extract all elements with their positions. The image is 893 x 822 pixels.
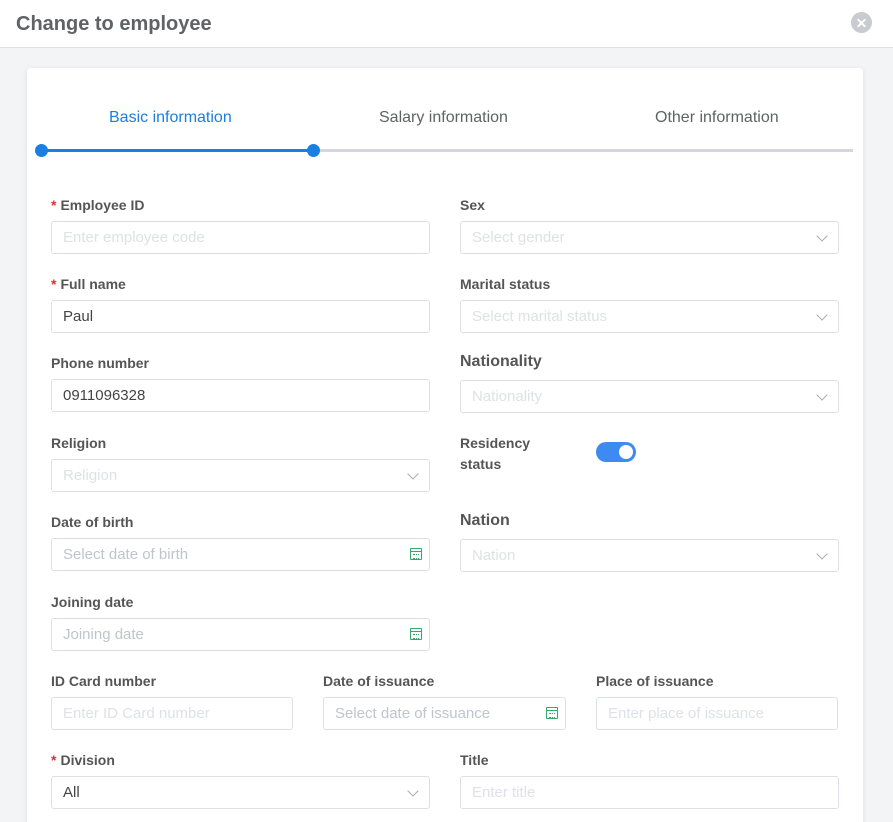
- nationality-label: Nationality: [460, 353, 542, 370]
- religion-label: Religion: [51, 435, 107, 451]
- religion-select[interactable]: Religion: [51, 459, 430, 492]
- chevron-down-icon: [816, 309, 828, 321]
- place-of-issuance-input[interactable]: Enter place of issuance: [596, 697, 838, 730]
- title-input[interactable]: Enter title: [460, 776, 839, 809]
- employee-id-label: * Employee ID: [51, 197, 145, 213]
- chevron-down-icon: [816, 389, 828, 401]
- tab-salary-information[interactable]: Salary information: [379, 109, 508, 127]
- tab-basic-information[interactable]: Basic information: [109, 109, 232, 127]
- date-of-birth-label: Date of birth: [51, 514, 134, 530]
- marital-status-label: Marital status: [460, 276, 551, 292]
- nationality-select[interactable]: Nationality: [460, 380, 839, 413]
- chevron-down-icon: [816, 548, 828, 560]
- marital-status-select[interactable]: Select marital status: [460, 300, 839, 333]
- nation-label: Nation: [460, 512, 510, 529]
- phone-number-label: Phone number: [51, 355, 150, 371]
- dialog-header: Change to employee: [0, 0, 893, 48]
- title-label: Title: [460, 752, 489, 768]
- residency-status-toggle[interactable]: [596, 442, 636, 462]
- date-of-issuance-label: Date of issuance: [323, 673, 435, 689]
- close-icon[interactable]: [851, 12, 872, 33]
- residency-status-label-line2: status: [460, 456, 502, 472]
- date-of-birth-picker[interactable]: Select date of birth: [51, 538, 430, 571]
- full-name-label: * Full name: [51, 276, 126, 292]
- place-of-issuance-label: Place of issuance: [596, 673, 714, 689]
- full-name-input[interactable]: Paul: [51, 300, 430, 333]
- toggle-knob: [619, 445, 633, 459]
- phone-number-input[interactable]: 0911096328: [51, 379, 430, 412]
- sex-select[interactable]: Select gender: [460, 221, 839, 254]
- residency-status-label-line1: Residency: [460, 435, 531, 451]
- tab-other-information[interactable]: Other information: [655, 109, 779, 127]
- joining-date-label: Joining date: [51, 594, 134, 610]
- joining-date-picker[interactable]: Joining date: [51, 618, 430, 651]
- required-marker: *: [51, 197, 57, 213]
- stepper-track-line: [314, 149, 853, 152]
- employee-id-input[interactable]: Enter employee code: [51, 221, 430, 254]
- chevron-down-icon: [407, 785, 419, 797]
- dialog-title: Change to employee: [16, 13, 212, 35]
- division-label: * Division: [51, 752, 115, 768]
- id-card-number-input[interactable]: Enter ID Card number: [51, 697, 293, 730]
- calendar-icon: [410, 548, 422, 560]
- sex-label: Sex: [460, 197, 485, 213]
- nation-select[interactable]: Nation: [460, 539, 839, 572]
- division-select[interactable]: All: [51, 776, 430, 809]
- stepper-start-dot: [35, 144, 48, 157]
- required-marker: *: [51, 276, 57, 292]
- chevron-down-icon: [816, 230, 828, 242]
- calendar-icon: [546, 707, 558, 719]
- id-card-number-label: ID Card number: [51, 673, 157, 689]
- required-marker: *: [51, 752, 57, 768]
- stepper-progress-line: [42, 149, 314, 152]
- date-of-issuance-picker[interactable]: Select date of issuance: [323, 697, 566, 730]
- calendar-icon: [410, 628, 422, 640]
- stepper-end-dot: [307, 144, 320, 157]
- chevron-down-icon: [407, 468, 419, 480]
